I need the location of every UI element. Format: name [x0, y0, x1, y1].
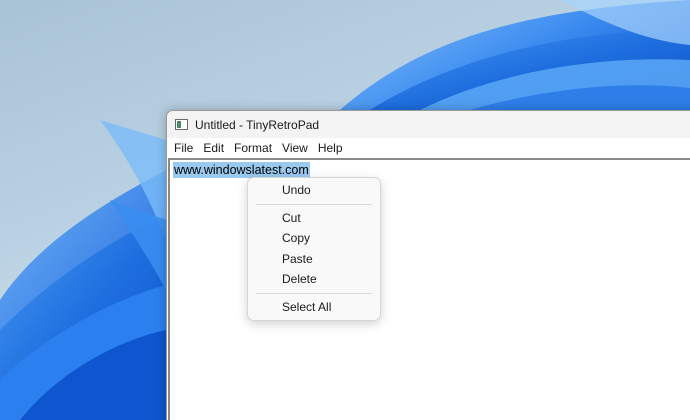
selected-text[interactable]: www.windowslatest.com — [173, 162, 310, 178]
context-menu: Undo Cut Copy Paste Delete Select All — [247, 177, 381, 321]
window-title: Untitled - TinyRetroPad — [195, 117, 320, 132]
context-menu-separator — [256, 203, 372, 205]
menu-edit[interactable]: Edit — [198, 139, 229, 157]
context-menu-copy[interactable]: Copy — [248, 228, 380, 249]
menu-view[interactable]: View — [277, 139, 313, 157]
menu-help[interactable]: Help — [313, 139, 348, 157]
notepad-icon — [175, 119, 188, 130]
desktop: Untitled - TinyRetroPad File Edit Format… — [0, 0, 690, 420]
context-menu-select-all[interactable]: Select All — [248, 297, 380, 318]
context-menu-cut[interactable]: Cut — [248, 208, 380, 229]
menu-bar: File Edit Format View Help — [167, 138, 690, 158]
context-menu-separator — [256, 292, 372, 294]
tinyretropad-window: Untitled - TinyRetroPad File Edit Format… — [166, 110, 690, 420]
context-menu-delete[interactable]: Delete — [248, 269, 380, 290]
title-bar[interactable]: Untitled - TinyRetroPad — [167, 111, 690, 138]
menu-file[interactable]: File — [169, 139, 198, 157]
menu-format[interactable]: Format — [229, 139, 277, 157]
context-menu-undo[interactable]: Undo — [248, 180, 380, 201]
context-menu-paste[interactable]: Paste — [248, 249, 380, 270]
